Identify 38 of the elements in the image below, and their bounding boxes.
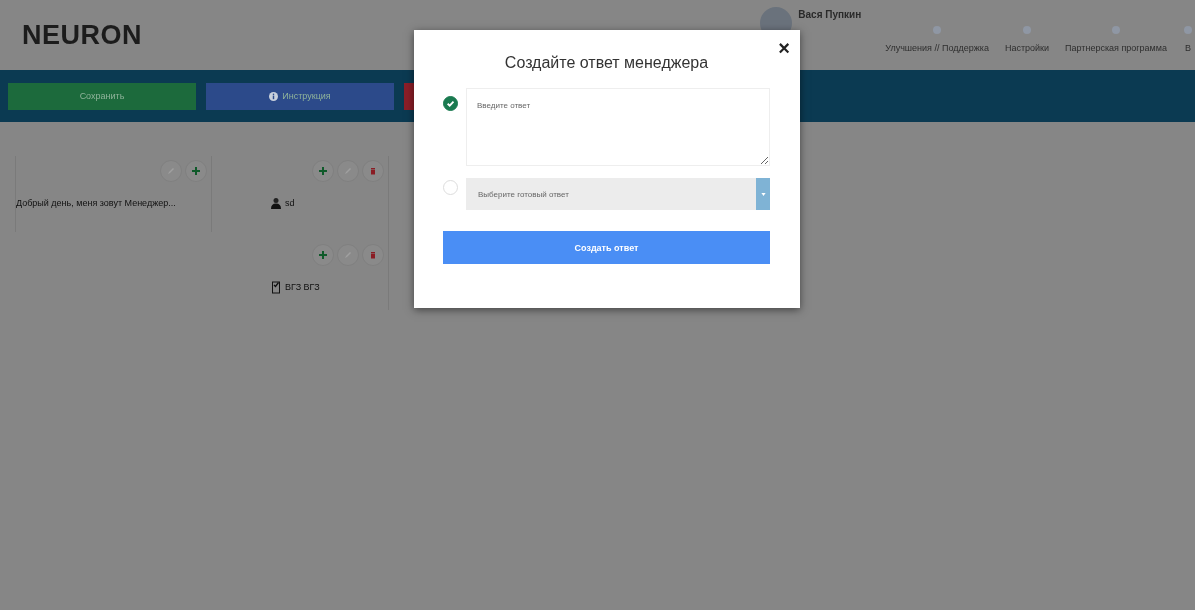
delete-button[interactable] [362,244,384,266]
info-icon [269,91,279,101]
node-text: sd [285,198,295,208]
trash-icon [368,166,378,176]
node-text: Добрый день, меня зовут Менеджер... [16,198,177,208]
clipboard-icon [270,280,282,294]
toolbar-button[interactable]: Инструкция [206,82,394,110]
trash-icon [368,250,378,260]
edit-button[interactable] [337,244,359,266]
radio-button[interactable] [443,96,458,111]
profile-name[interactable]: Вася Пупкин [798,9,862,20]
nav-link[interactable]: В [1183,25,1193,53]
plus-icon [191,166,201,176]
circle-icon [932,25,943,35]
circle-icon [1183,25,1193,35]
nav-link[interactable]: Партнерская программа [1065,25,1167,53]
add-button[interactable] [312,244,334,266]
edit-button[interactable] [160,160,182,182]
person-icon [270,196,282,210]
circle-icon [1021,25,1032,35]
modal-title: Создайте ответ менеджера [503,54,710,72]
answer-select[interactable]: Выберите готовый ответ [466,178,770,210]
caret-icon [759,190,767,198]
node-text: ВГЗ ВГЗ [285,282,320,292]
logo: NEURON [22,19,142,51]
edit-button[interactable] [337,160,359,182]
create-answer-button[interactable]: Создать ответ [443,231,770,264]
delete-button[interactable] [362,160,384,182]
circle-icon [1111,25,1121,35]
add-button[interactable] [185,160,207,182]
nav-link[interactable]: Настройки [1004,25,1050,53]
answer-field[interactable]: Введите ответ [466,88,770,166]
plus-icon [318,166,328,176]
close-button[interactable]: × [774,38,794,58]
add-button[interactable] [312,160,334,182]
plus-icon [318,250,328,260]
nav-link[interactable]: Улучшения // Поддержка [885,25,989,53]
toolbar-button[interactable]: Сохранить [8,82,196,110]
